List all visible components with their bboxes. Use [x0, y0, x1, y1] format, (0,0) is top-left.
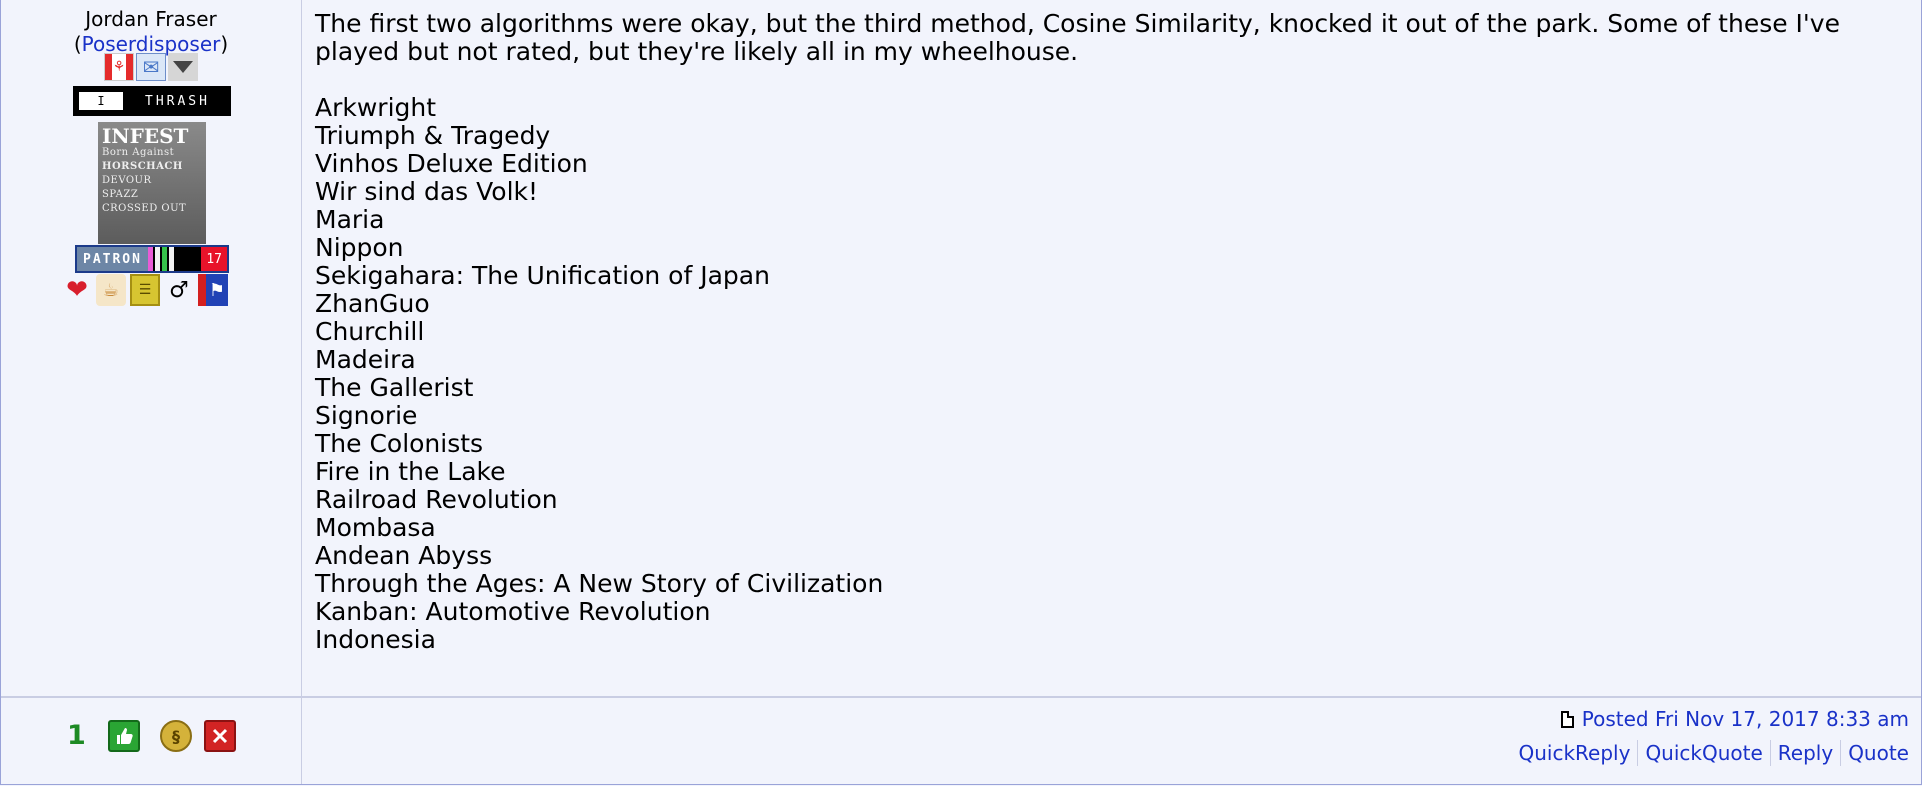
broken-heart-icon[interactable]: ❤: [62, 274, 92, 306]
user-display-name: Jordan Fraser: [85, 7, 217, 31]
user-avatar-poster[interactable]: INFEST Born Against HORSCHACH DEVOUR SPA…: [98, 122, 206, 244]
list-item: Churchill: [315, 317, 425, 346]
list-item: Fire in the Lake: [315, 457, 506, 486]
poster-line-4: DEVOUR: [102, 175, 152, 186]
quick-reply-link[interactable]: QuickReply: [1518, 740, 1637, 766]
user-icon-row: ⚘ ✉: [104, 53, 198, 81]
column-divider: [301, 0, 302, 784]
document-icon: [1560, 710, 1574, 728]
poster-line-2: Born Against: [102, 147, 175, 158]
patron-color-bars: [147, 247, 176, 271]
forum-post: Jordan Fraser (Poserdisposer) ⚘ ✉ I THRA…: [0, 0, 1922, 785]
poster-line-1: INFEST: [102, 124, 189, 148]
reply-link[interactable]: Reply: [1769, 740, 1840, 766]
gold-badge-icon[interactable]: ☰: [130, 274, 160, 306]
footer-divider: [1, 696, 1921, 698]
delete-button[interactable]: [204, 720, 236, 752]
list-item: Sekigahara: The Unification of Japan: [315, 261, 770, 290]
runner-icon[interactable]: ⚑: [198, 274, 228, 306]
quote-link[interactable]: Quote: [1840, 740, 1909, 766]
list-item: Arkwright: [315, 93, 437, 122]
patron-number: 17: [201, 247, 227, 271]
post-timestamp[interactable]: Posted Fri Nov 17, 2017 8:33 am: [1560, 707, 1909, 731]
user-panel: Jordan Fraser (Poserdisposer) ⚘ ✉ I THRA…: [1, 0, 301, 696]
patron-badge[interactable]: PATRON 17: [75, 245, 229, 273]
list-item: Indonesia: [315, 625, 436, 654]
thrash-microbadge[interactable]: I THRASH: [73, 86, 231, 116]
thumbs-up-icon: [117, 728, 133, 744]
post-body: The first two algorithms were okay, but …: [315, 10, 1911, 654]
thumb-count: 1: [67, 720, 86, 751]
list-item: Madeira: [315, 345, 416, 374]
list-item: Triumph & Tragedy: [315, 121, 551, 150]
beer-mug-icon[interactable]: ☕: [96, 274, 126, 306]
thrash-badge-box: I: [79, 92, 123, 110]
poster-line-6: CROSSED OUT: [102, 203, 187, 214]
list-item: Kanban: Automotive Revolution: [315, 597, 711, 626]
thumbs-up-button[interactable]: [108, 720, 140, 752]
dropdown-triangle-icon[interactable]: [168, 53, 198, 81]
list-item: The Gallerist: [315, 373, 474, 402]
list-item: Maria: [315, 205, 385, 234]
close-icon: [212, 728, 228, 744]
thrash-badge-label: THRASH: [145, 93, 210, 109]
list-item: ZhanGuo: [315, 289, 430, 318]
patron-label: PATRON: [77, 247, 148, 271]
two-players-icon[interactable]: ♂: [164, 274, 194, 306]
posted-label[interactable]: Posted Fri Nov 17, 2017 8:33 am: [1582, 707, 1909, 731]
list-item: Through the Ages: A New Story of Civiliz…: [315, 569, 884, 598]
list-item: The Colonists: [315, 429, 484, 458]
list-item: Wir sind das Volk!: [315, 177, 539, 206]
handle-open-paren: (: [73, 32, 82, 56]
game-list: Arkwright Triumph & Tragedy Vinhos Delux…: [315, 94, 1911, 654]
poster-line-3: HORSCHACH: [102, 161, 183, 172]
handle-close-paren: ): [220, 32, 229, 56]
post-actions: QuickReply QuickQuote Reply Quote: [1518, 740, 1909, 766]
quick-quote-link[interactable]: QuickQuote: [1637, 740, 1769, 766]
list-item: Vinhos Deluxe Edition: [315, 149, 588, 178]
list-item: Railroad Revolution: [315, 485, 558, 514]
list-item: Nippon: [315, 233, 404, 262]
list-item: Signorie: [315, 401, 418, 430]
poster-line-5: SPAZZ: [102, 189, 139, 200]
user-badge-row: ❤ ☕ ☰ ♂ ⚑: [62, 274, 228, 306]
list-item: Mombasa: [315, 513, 436, 542]
post-intro-text: The first two algorithms were okay, but …: [315, 9, 1840, 66]
canada-flag-icon: ⚘: [104, 53, 134, 81]
mail-icon[interactable]: ✉: [136, 53, 166, 81]
list-item: Andean Abyss: [315, 541, 493, 570]
geekgold-coin-button[interactable]: §: [160, 720, 192, 752]
